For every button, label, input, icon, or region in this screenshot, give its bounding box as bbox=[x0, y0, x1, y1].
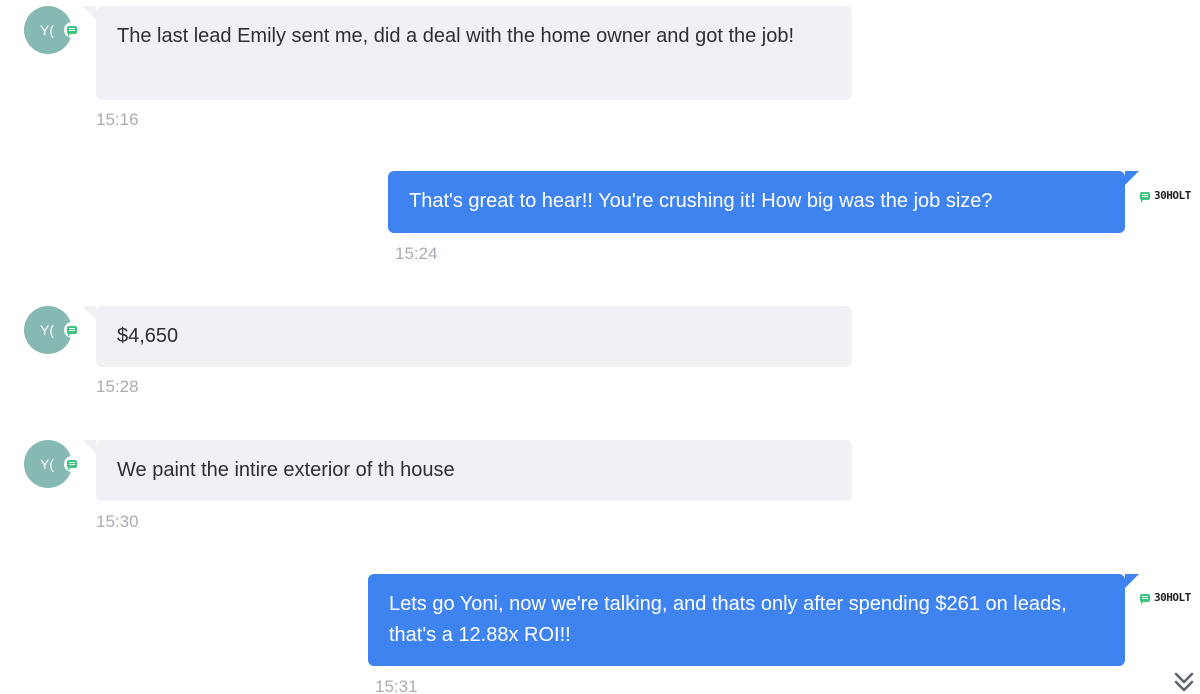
message-text: Lets go Yoni, now we're talking, and tha… bbox=[389, 593, 1067, 646]
chevron-double-down-icon[interactable] bbox=[1172, 670, 1196, 694]
message-text: $4,650 bbox=[117, 325, 179, 347]
message-timestamp: 15:24 bbox=[395, 244, 438, 263]
sms-icon bbox=[1140, 191, 1150, 203]
message-timestamp: 15:16 bbox=[96, 110, 139, 129]
message-text: The last lead Emily sent me, did a deal … bbox=[117, 25, 795, 47]
outgoing-message-bubble[interactable]: That's great to hear!! You're crushing i… bbox=[388, 171, 1139, 233]
outgoing-message-bubble[interactable]: Lets go Yoni, now we're talking, and tha… bbox=[368, 574, 1139, 666]
contact-avatar[interactable]: Y( bbox=[24, 440, 80, 488]
incoming-message-bubble[interactable]: The last lead Emily sent me, did a deal … bbox=[82, 6, 852, 100]
avatar-initials: Y( bbox=[40, 22, 54, 38]
incoming-message-bubble[interactable]: We paint the intire exterior of th house bbox=[82, 440, 852, 501]
message-timestamp: 15:31 bbox=[375, 677, 418, 694]
avatar-initials: Y( bbox=[40, 322, 54, 338]
message-text: We paint the intire exterior of th house bbox=[117, 459, 455, 481]
incoming-message-bubble[interactable]: $4,650 bbox=[82, 306, 852, 367]
contact-avatar[interactable]: Y( bbox=[24, 6, 80, 54]
sms-icon bbox=[1140, 593, 1150, 605]
sender-name: 30HOLT bbox=[1154, 189, 1191, 202]
sender-label: 30HOLT bbox=[1140, 591, 1191, 605]
message-timestamp: 15:30 bbox=[96, 512, 139, 531]
sms-icon bbox=[64, 22, 80, 38]
avatar-initials: Y( bbox=[40, 456, 54, 472]
chat-thread: Y( The last lead Emily sent me, did a de… bbox=[0, 0, 1200, 694]
sender-label: 30HOLT bbox=[1140, 189, 1191, 203]
message-text: That's great to hear!! You're crushing i… bbox=[409, 190, 993, 212]
sms-icon bbox=[64, 456, 80, 472]
sms-icon bbox=[64, 322, 80, 338]
message-timestamp: 15:28 bbox=[96, 377, 139, 396]
sender-name: 30HOLT bbox=[1154, 591, 1191, 604]
contact-avatar[interactable]: Y( bbox=[24, 306, 80, 354]
